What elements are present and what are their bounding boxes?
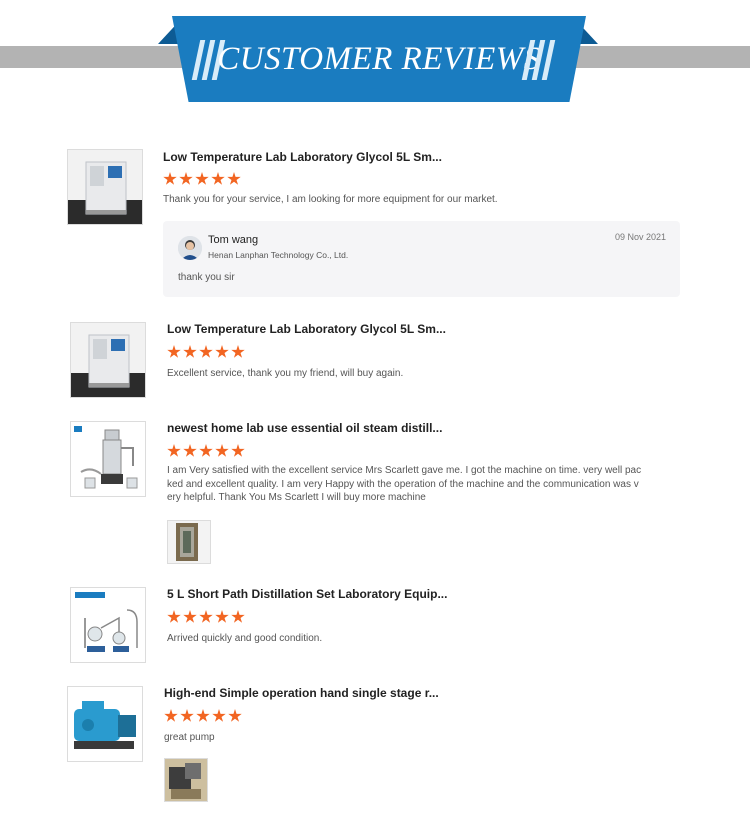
star-icon xyxy=(215,345,229,358)
product-thumbnail-chiller[interactable] xyxy=(67,149,143,225)
product-title[interactable]: newest home lab use essential oil steam … xyxy=(167,421,442,435)
star-icon xyxy=(167,610,181,623)
star-icon xyxy=(179,172,193,185)
rating-stars xyxy=(167,345,245,359)
reply-company: Henan Lanphan Technology Co., Ltd. xyxy=(208,250,349,260)
reply-date: 09 Nov 2021 xyxy=(614,232,666,242)
product-thumbnail-chiller[interactable] xyxy=(70,322,146,398)
product-thumbnail-vacuum-pump[interactable] xyxy=(67,686,143,762)
star-icon xyxy=(167,345,181,358)
product-title[interactable]: 5 L Short Path Distillation Set Laborato… xyxy=(167,587,447,601)
star-icon xyxy=(228,709,242,722)
reply-author-name: Tom wang xyxy=(208,234,259,246)
customer-photo[interactable] xyxy=(164,758,208,802)
reviews-banner: CUSTOMER REVIEWS xyxy=(172,16,586,102)
review-text: great pump xyxy=(164,732,215,743)
reply-text: thank you sir xyxy=(178,272,235,283)
review-text: I am Very satisfied with the excellent s… xyxy=(167,464,641,505)
star-icon xyxy=(183,610,197,623)
rating-stars xyxy=(163,172,241,186)
review-text-line: I am Very satisfied with the excellent s… xyxy=(167,465,642,476)
banner-title: CUSTOMER REVIEWS xyxy=(217,40,541,77)
stripes-decoration-right xyxy=(521,40,560,80)
star-icon xyxy=(199,345,213,358)
product-title[interactable]: Low Temperature Lab Laboratory Glycol 5L… xyxy=(163,150,442,164)
avatar xyxy=(178,236,202,260)
seller-reply: Tom wang Henan Lanphan Technology Co., L… xyxy=(163,221,680,297)
customer-photo[interactable] xyxy=(167,520,211,564)
product-thumbnail-steam-distiller[interactable] xyxy=(70,421,146,497)
rating-stars xyxy=(164,709,242,723)
star-icon xyxy=(180,709,194,722)
rating-stars xyxy=(167,610,245,624)
star-icon xyxy=(199,444,213,457)
review-text: Thank you for your service, I am looking… xyxy=(163,194,498,205)
rating-stars xyxy=(167,444,245,458)
product-title[interactable]: High-end Simple operation hand single st… xyxy=(164,686,439,700)
star-icon xyxy=(196,709,210,722)
star-icon xyxy=(227,172,241,185)
star-icon xyxy=(211,172,225,185)
star-icon xyxy=(164,709,178,722)
star-icon xyxy=(231,444,245,457)
star-icon xyxy=(195,172,209,185)
star-icon xyxy=(212,709,226,722)
review-text-line: ked and excellent quality. I am very Hap… xyxy=(167,478,639,490)
star-icon xyxy=(183,444,197,457)
review-text: Arrived quickly and good condition. xyxy=(167,633,323,644)
star-icon xyxy=(215,444,229,457)
product-thumbnail-short-path-distillation[interactable] xyxy=(70,587,146,663)
star-icon xyxy=(199,610,213,623)
star-icon xyxy=(163,172,177,185)
star-icon xyxy=(231,345,245,358)
review-text: Excellent service, thank you my friend, … xyxy=(167,368,404,379)
star-icon xyxy=(215,610,229,623)
star-icon xyxy=(183,345,197,358)
product-title[interactable]: Low Temperature Lab Laboratory Glycol 5L… xyxy=(167,322,446,336)
star-icon xyxy=(167,444,181,457)
star-icon xyxy=(231,610,245,623)
review-text-line: ery helpful. Thank You Ms Scarlett I wil… xyxy=(167,492,426,503)
